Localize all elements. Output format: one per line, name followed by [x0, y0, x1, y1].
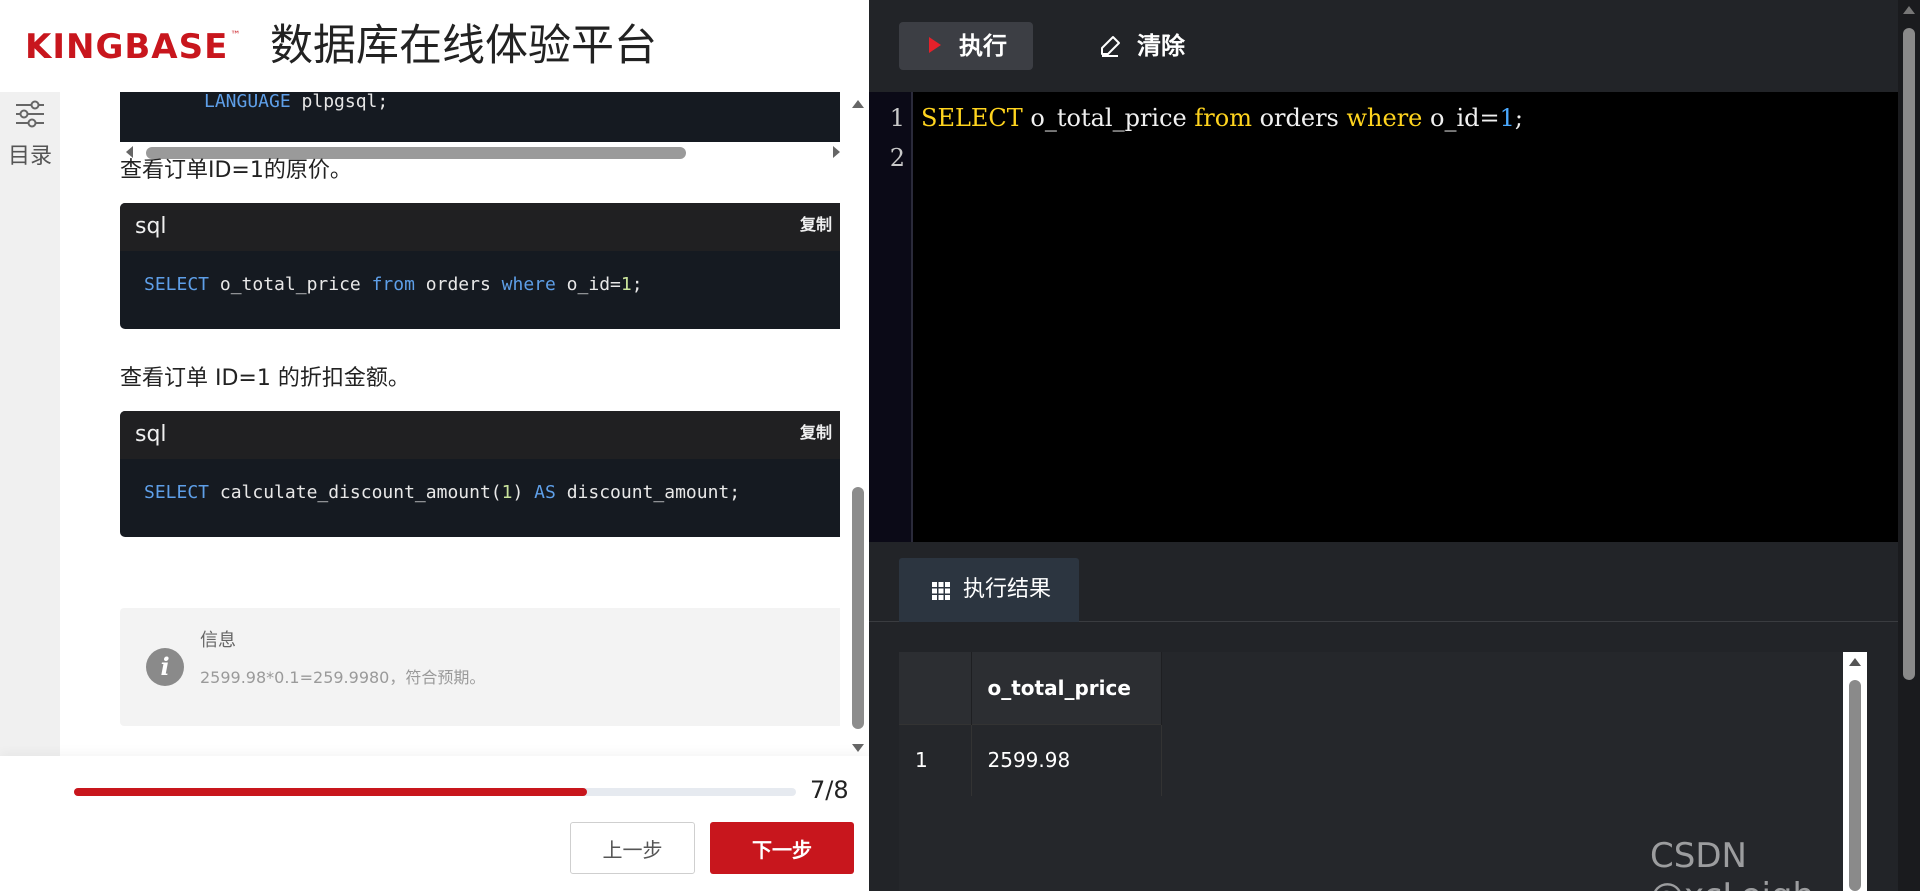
scrollbar-thumb[interactable]	[852, 487, 864, 729]
scroll-up-icon[interactable]	[852, 100, 864, 108]
previous-step-button[interactable]: 上一步	[570, 822, 695, 874]
code-line: SELECT calculate_discount_amount(1) AS d…	[144, 481, 740, 505]
progress-fill	[74, 788, 587, 796]
sliders-icon[interactable]	[14, 98, 46, 130]
tab-label: 执行结果	[963, 577, 1052, 602]
run-label: 执行	[959, 32, 1007, 60]
content-vertical-scrollbar[interactable]	[848, 92, 868, 756]
editor-code-line[interactable]: SELECT o_total_price from orders where o…	[921, 102, 1523, 134]
table-cell[interactable]: 2599.98	[971, 723, 1162, 796]
scroll-down-icon[interactable]	[852, 744, 864, 752]
copy-button[interactable]: 复制	[800, 421, 832, 445]
copy-button[interactable]: 复制	[800, 213, 832, 237]
logo-trademark: ™	[230, 30, 241, 41]
logo-text: KINGBASE	[25, 27, 229, 67]
clear-label: 清除	[1137, 32, 1185, 60]
row-index-cell: 1	[899, 723, 972, 796]
code-keyword: LANGUAGE	[204, 92, 291, 112]
table-grid-icon	[932, 582, 950, 600]
code-block-partial: LANGUAGE plpgsql;	[120, 92, 840, 142]
table-header-row: o_total_price	[899, 652, 1162, 724]
sql-editor[interactable]: 1 2 SELECT o_total_price from orders whe…	[869, 92, 1898, 542]
code-keyword: AS	[534, 482, 556, 503]
code-block-price: sql 复制 SELECT o_total_price from orders …	[120, 203, 840, 329]
eraser-icon	[1101, 36, 1120, 57]
sql-workspace: 执行 清除 1 2 SELECT o_total_price from orde…	[869, 0, 1920, 891]
info-text: 2599.98*0.1=259.9980，符合预期。	[200, 668, 486, 687]
watermark: CSDN @xcLeigh	[1650, 836, 1814, 891]
code-text: discount_amount;	[555, 482, 741, 503]
code-text: orders	[414, 274, 502, 295]
code-text: plpgsql;	[290, 92, 389, 112]
platform-title: 数据库在线体验平台	[270, 21, 657, 71]
header: KINGBASE ™ 数据库在线体验平台	[0, 0, 869, 92]
tab-execution-results[interactable]: 执行结果	[899, 558, 1079, 622]
progress-bar	[74, 788, 796, 796]
scroll-right-icon[interactable]	[833, 146, 840, 158]
paragraph-discount-amount: 查看订单 ID=1 的折扣金额。	[120, 366, 410, 391]
code-text: ;	[1514, 104, 1523, 132]
code-number: 1	[620, 274, 632, 295]
code-text: )	[512, 482, 535, 503]
code-keyword: SELECT	[144, 482, 210, 503]
code-text: o_id=	[1422, 104, 1500, 132]
paragraph-original-price: 查看订单ID=1的原价。	[120, 158, 352, 183]
play-icon	[929, 37, 941, 53]
scroll-up-icon[interactable]	[1849, 658, 1861, 666]
toc-rail[interactable]: 目录	[0, 92, 60, 756]
code-line: LANGUAGE plpgsql;	[204, 92, 388, 112]
next-step-button[interactable]: 下一步	[710, 822, 854, 874]
code-text: orders	[1251, 104, 1347, 132]
code-keyword: where	[1346, 104, 1423, 132]
info-title: 信息	[200, 630, 236, 651]
code-text: o_total_price	[1022, 104, 1195, 132]
progress-text: 7/8	[810, 776, 849, 804]
code-header: sql 复制	[120, 203, 840, 251]
clear-button[interactable]: 清除	[1089, 22, 1209, 70]
code-keyword: where	[501, 274, 556, 295]
line-number: 2	[889, 144, 905, 172]
code-number: 1	[1499, 104, 1515, 132]
code-text: ;	[631, 274, 643, 295]
editor-toolbar: 执行 清除	[869, 0, 1898, 92]
kingbase-logo: KINGBASE ™	[25, 26, 240, 68]
code-line: SELECT o_total_price from orders where o…	[144, 273, 643, 297]
code-language: sql	[135, 214, 167, 239]
code-block-discount: sql 复制 SELECT calculate_discount_amount(…	[120, 411, 840, 537]
line-number-gutter: 1 2	[869, 92, 913, 542]
tutorial-content: LANGUAGE plpgsql; 查看订单ID=1的原价。 sql 复制 SE…	[60, 92, 840, 756]
scrollbar-thumb[interactable]	[1903, 28, 1915, 680]
code-text: o_total_price	[209, 274, 372, 295]
code-keyword: SELECT	[921, 104, 1023, 132]
workspace-vertical-scrollbar[interactable]	[1898, 0, 1920, 891]
code-language: sql	[135, 422, 167, 447]
column-header[interactable]: o_total_price	[971, 652, 1162, 724]
code-header: sql 复制	[120, 411, 840, 459]
column-header-index	[899, 652, 972, 724]
scroll-up-icon[interactable]	[1903, 6, 1915, 14]
code-text: o_id=	[555, 274, 621, 295]
code-keyword: SELECT	[144, 274, 210, 295]
code-text: calculate_discount_amount(	[209, 482, 502, 503]
code-number: 1	[501, 482, 513, 503]
results-tab-bar: 执行结果	[869, 542, 1898, 622]
code-keyword: from	[1194, 104, 1252, 132]
line-number: 1	[889, 104, 905, 132]
footer-navigation: 7/8 上一步 下一步	[0, 756, 869, 891]
table-row[interactable]: 1 2599.98	[899, 723, 1162, 796]
info-callout: i 信息 2599.98*0.1=259.9980，符合预期。	[120, 608, 840, 726]
toc-label[interactable]: 目录	[8, 138, 52, 170]
run-button[interactable]: 执行	[899, 22, 1033, 70]
code-keyword: from	[371, 274, 415, 295]
tutorial-panel: KINGBASE ™ 数据库在线体验平台 目录 LANGUAGE plpgsql…	[0, 0, 869, 891]
results-table: o_total_price 1 2599.98	[899, 652, 1162, 796]
info-icon: i	[146, 648, 184, 686]
